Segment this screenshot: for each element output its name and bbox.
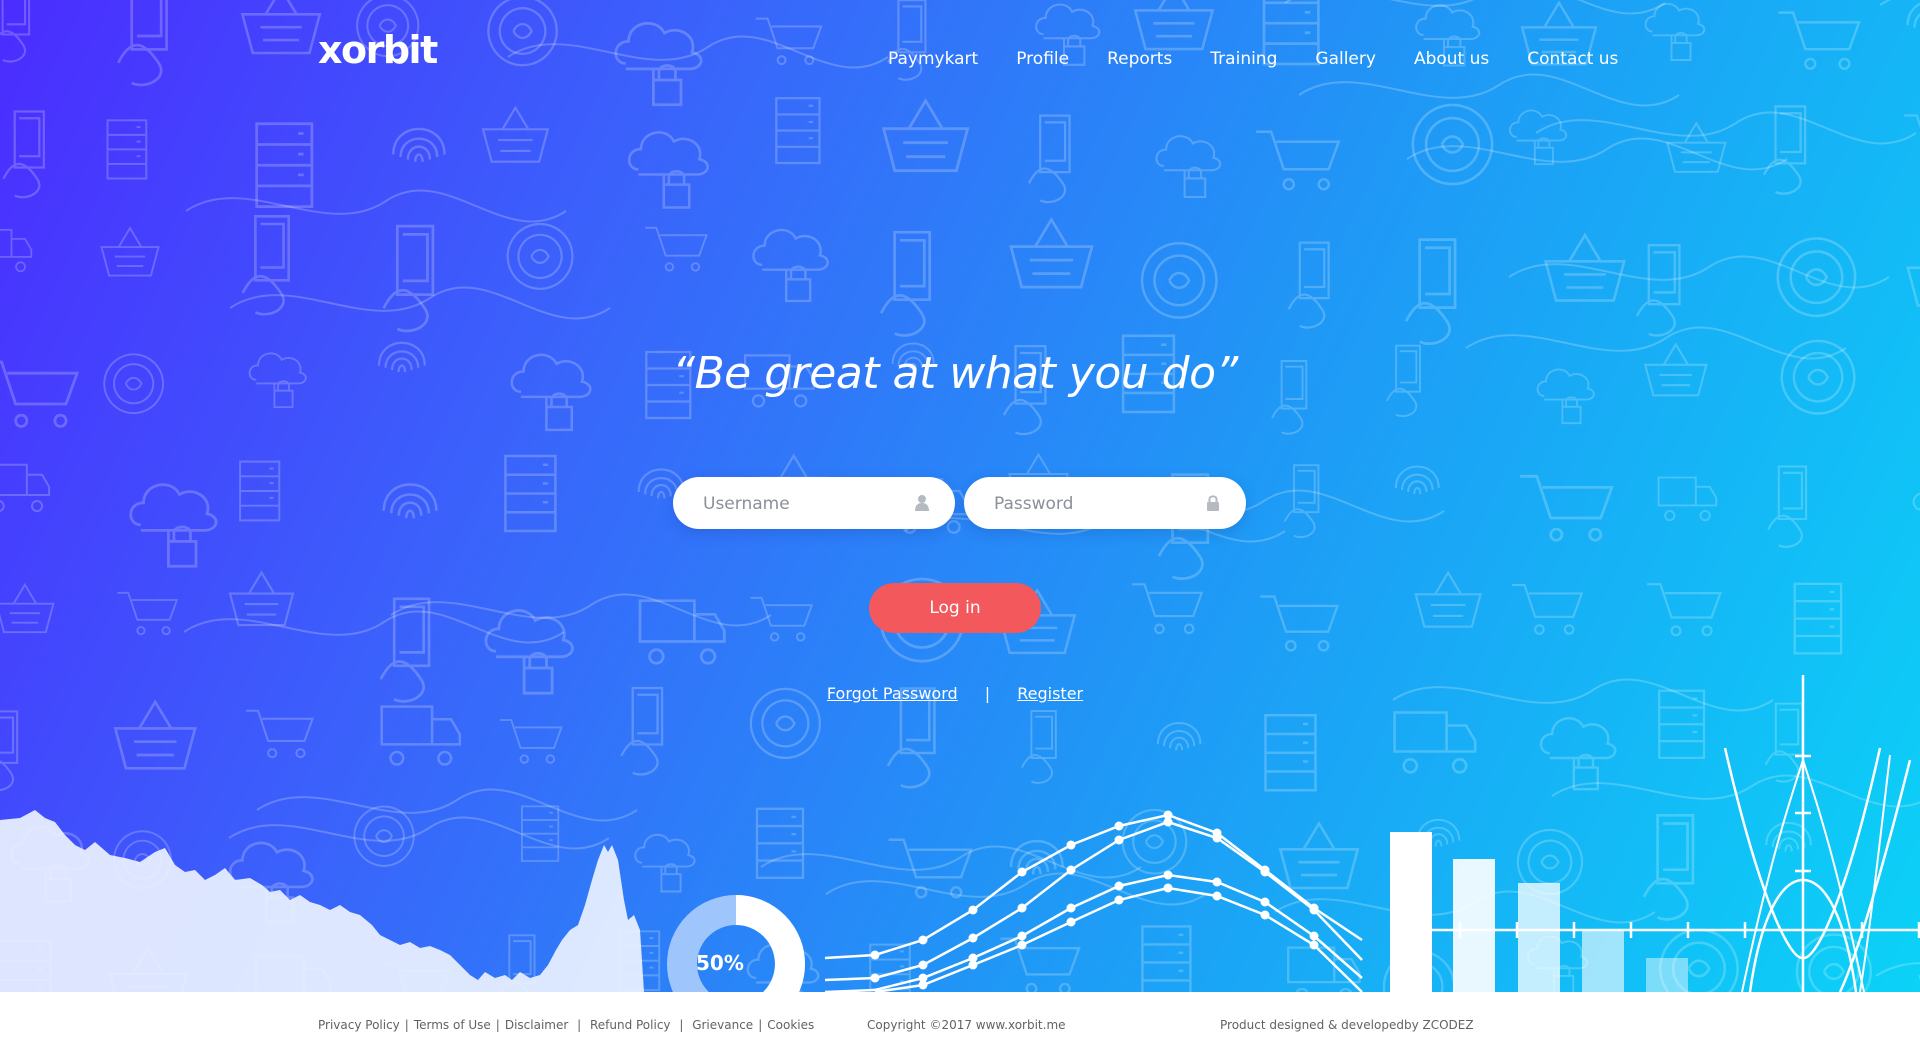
footer-refund-policy[interactable]: Refund Policy [590,1018,671,1032]
nav-contact-us[interactable]: Contact us [1527,49,1618,69]
donut-percent-label: 50% [696,951,744,975]
nav-training[interactable]: Training [1210,49,1277,69]
area-chart-decoration [0,810,644,992]
decorative-charts [0,675,1920,992]
footer-credit: Product designed & developedby ZCODEZ [1220,1018,1474,1032]
nav-profile[interactable]: Profile [1016,49,1069,69]
footer-privacy-policy[interactable]: Privacy Policy [318,1018,400,1032]
nav-reports[interactable]: Reports [1107,49,1172,69]
auth-links: Forgot Password | Register [0,684,1910,703]
link-separator: | [984,684,991,703]
nav-about-us[interactable]: About us [1414,49,1489,69]
username-field-wrapper [673,477,955,531]
password-field-wrapper [964,477,1246,531]
password-input[interactable] [992,477,1196,531]
function-plot-decoration [1430,675,1920,992]
forgot-password-link[interactable]: Forgot Password [827,684,958,703]
login-button[interactable]: Log in [869,583,1041,633]
footer-copyright: Copyright ©2017 www.xorbit.me [867,1018,1066,1032]
footer-links: Privacy Policy | Terms of Use | Disclaimer |… [318,1018,815,1032]
register-link[interactable]: Register [1017,684,1083,703]
lock-icon [1207,495,1219,511]
username-input[interactable] [701,477,905,531]
xorbit-logo[interactable]: xorbit [318,28,438,72]
nav-gallery[interactable]: Gallery [1315,49,1376,69]
footer-cookies[interactable]: Cookies [767,1018,814,1032]
main-nav: Paymykart Profile Reports Training Galle… [888,49,1618,69]
nav-paymykart[interactable]: Paymykart [888,49,978,69]
bar-chart-decoration [1390,832,1688,992]
hero-section: 50% xorbit Paymykart Profile Reports Tra… [0,0,1920,992]
footer-terms-of-use[interactable]: Terms of Use [414,1018,491,1032]
footer-grievance[interactable]: Grievance [692,1018,753,1032]
line-chart-decoration [824,813,1363,992]
hero-quote: “Be great at what you do” [672,348,1238,399]
user-icon [915,495,929,511]
footer-disclaimer[interactable]: Disclaimer [505,1018,568,1032]
